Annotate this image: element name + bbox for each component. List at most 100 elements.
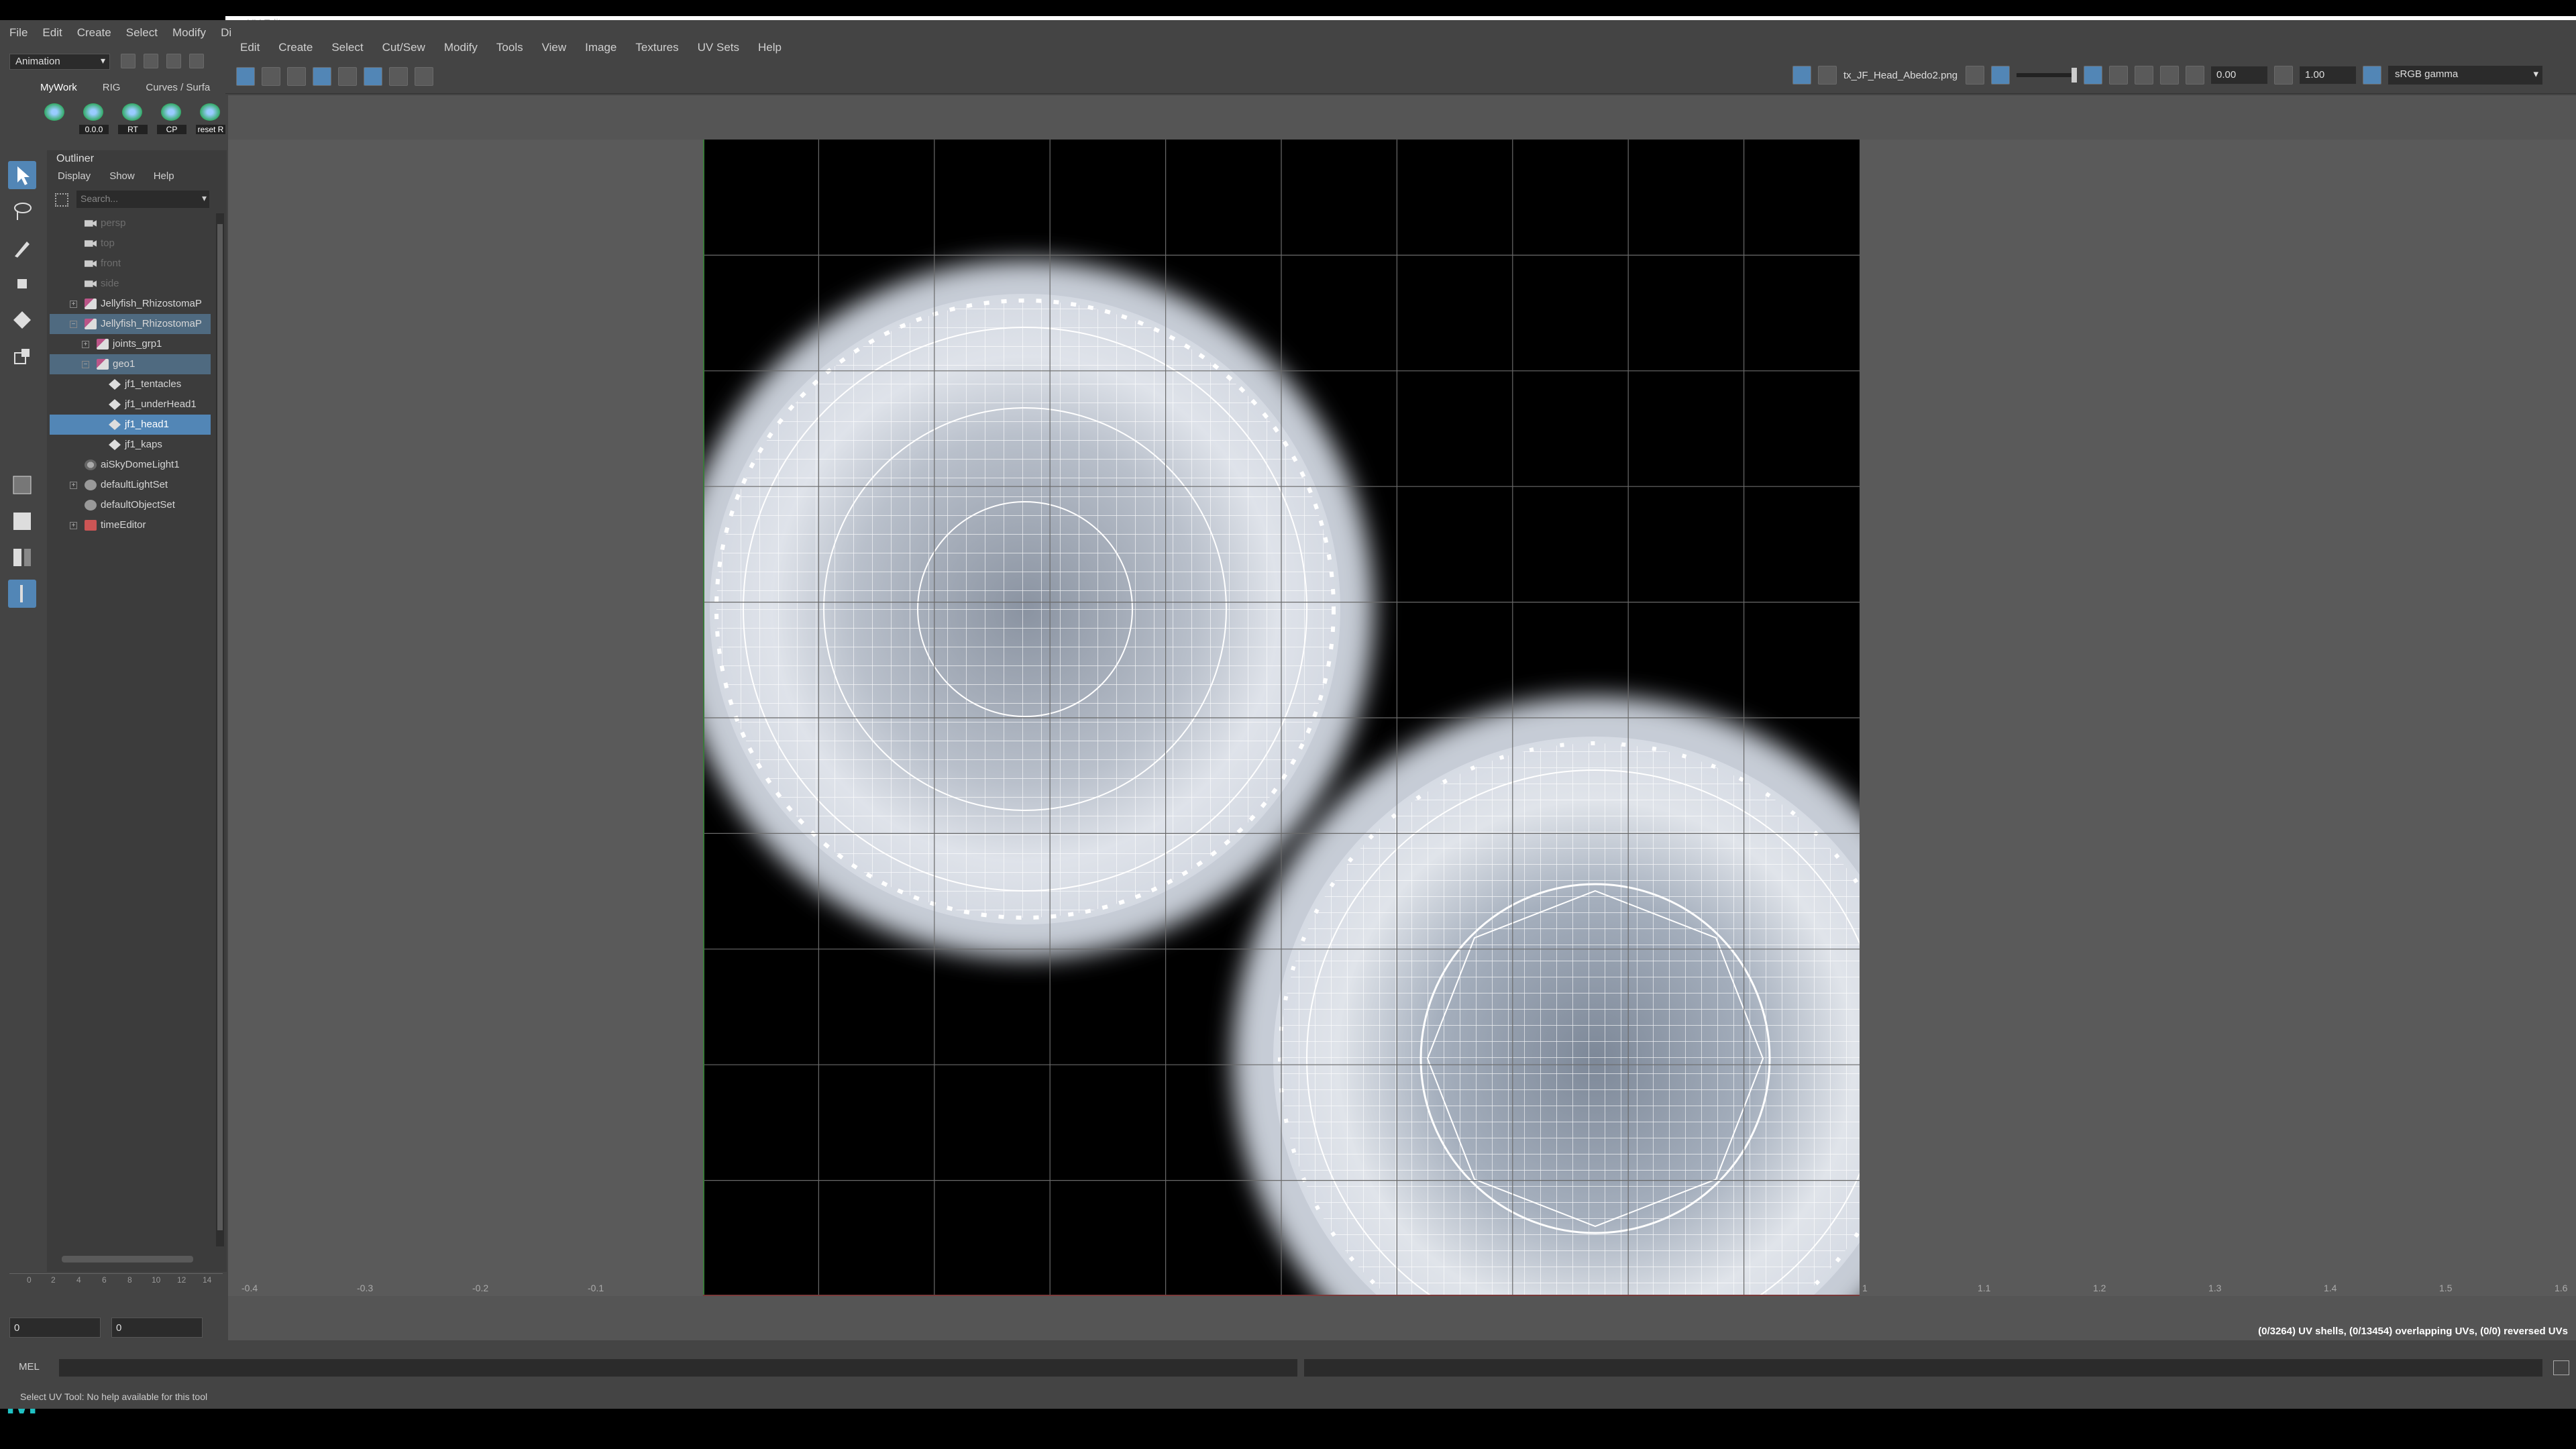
isolate-icon[interactable] xyxy=(2135,66,2153,85)
outliner-item-front[interactable]: front xyxy=(50,254,211,274)
command-language-label[interactable]: MEL xyxy=(19,1361,40,1373)
outliner-menu-help[interactable]: Help xyxy=(154,170,174,182)
outliner-horizontal-scrollbar[interactable] xyxy=(62,1256,193,1263)
new-scene-icon[interactable] xyxy=(121,54,136,68)
uv-distortion-icon[interactable] xyxy=(2109,66,2128,85)
outliner-item-jf1-kaps[interactable]: jf1_kaps xyxy=(50,435,211,455)
uv-menu-image[interactable]: Image xyxy=(585,41,616,54)
uv-menu-modify[interactable]: Modify xyxy=(444,41,478,54)
time-slider[interactable]: 0 2 4 6 8 10 12 14 xyxy=(9,1273,223,1301)
collapse-icon[interactable]: − xyxy=(82,361,89,368)
outliner-item-default-light-set[interactable]: + defaultLightSet xyxy=(50,475,211,495)
filter-icon[interactable] xyxy=(55,193,68,207)
save-scene-icon[interactable] xyxy=(166,54,181,68)
lasso-tool[interactable] xyxy=(8,197,36,225)
gamma-icon[interactable] xyxy=(2274,66,2293,85)
shelf-button-joint[interactable] xyxy=(40,101,70,134)
gamma-field[interactable]: 1.00 xyxy=(2300,66,2356,84)
exposure-icon[interactable] xyxy=(2186,66,2204,85)
uv-menu-uv-sets[interactable]: UV Sets xyxy=(698,41,739,54)
outliner-item-side[interactable]: side xyxy=(50,274,211,294)
outliner-menu-show[interactable]: Show xyxy=(109,170,135,182)
uv-0-1-space[interactable] xyxy=(703,140,1860,1296)
menu-select[interactable]: Select xyxy=(126,26,158,40)
uv-pixel-snap-icon[interactable] xyxy=(338,67,357,86)
uv-select-mode-icon[interactable] xyxy=(236,67,255,86)
outliner-item-jf1-head1[interactable]: jf1_head1 xyxy=(50,415,211,435)
menu-create[interactable]: Create xyxy=(77,26,111,40)
select-tool[interactable] xyxy=(8,161,36,189)
shelf-button-reset[interactable]: reset R xyxy=(196,101,225,134)
shelf-button-cp[interactable]: CP xyxy=(157,101,186,134)
uv-menu-select[interactable]: Select xyxy=(331,41,363,54)
menu-file[interactable]: File xyxy=(9,26,28,40)
paint-tool[interactable] xyxy=(8,233,36,262)
uv-menu-tools[interactable]: Tools xyxy=(496,41,523,54)
outliner-item-skydome[interactable]: aiSkyDomeLight1 xyxy=(50,455,211,475)
collapse-icon[interactable]: − xyxy=(70,321,77,328)
layout-split-tool[interactable] xyxy=(8,543,36,572)
shelf-tab-mywork[interactable]: MyWork xyxy=(40,82,77,93)
uv-menu-create[interactable]: Create xyxy=(278,41,313,54)
view-transform-icon[interactable] xyxy=(2160,66,2179,85)
outliner-item-top[interactable]: top xyxy=(50,233,211,254)
dim-image-icon[interactable] xyxy=(1991,66,2010,85)
outliner-search-input[interactable]: Search... ▾ xyxy=(76,191,209,208)
expand-icon[interactable]: + xyxy=(70,522,77,529)
shelf-button-zero[interactable]: 0.0.0 xyxy=(79,101,109,134)
uv-menu-help[interactable]: Help xyxy=(758,41,782,54)
script-editor-icon[interactable] xyxy=(2553,1360,2569,1375)
outliner-item-time-editor[interactable]: + timeEditor xyxy=(50,515,211,535)
scale-tool[interactable] xyxy=(8,342,36,370)
range-end-field[interactable] xyxy=(111,1318,203,1338)
filter-image-icon[interactable] xyxy=(2084,66,2102,85)
layout-four-tool[interactable] xyxy=(8,507,36,535)
outliner-layout-tool[interactable] xyxy=(8,580,36,608)
image-options-icon[interactable] xyxy=(1966,66,1984,85)
chevron-down-icon[interactable]: ▾ xyxy=(202,193,207,204)
menu-modify[interactable]: Modify xyxy=(172,26,206,40)
outliner-item-jellyfish-1[interactable]: + Jellyfish_RhizostomaP xyxy=(50,294,211,314)
shelf-tab-curves[interactable]: Curves / Surfa xyxy=(146,82,210,93)
outliner-item-jellyfish-2[interactable]: − Jellyfish_RhizostomaP xyxy=(50,314,211,334)
open-scene-icon[interactable] xyxy=(144,54,158,68)
uv-grid-icon[interactable] xyxy=(313,67,331,86)
outliner-item-persp[interactable]: persp xyxy=(50,213,211,233)
uv-menu-view[interactable]: View xyxy=(542,41,567,54)
menu-edit[interactable]: Edit xyxy=(42,26,62,40)
range-start-field[interactable] xyxy=(9,1318,101,1338)
outliner-menu-display[interactable]: Display xyxy=(58,170,91,182)
undo-icon[interactable] xyxy=(189,54,204,68)
uv-shell-mode-icon[interactable] xyxy=(262,67,280,86)
shelf-tab-rig[interactable]: RIG xyxy=(103,82,121,93)
outliner-item-default-object-set[interactable]: defaultObjectSet xyxy=(50,495,211,515)
color-management-icon[interactable] xyxy=(2363,66,2381,85)
mode-set-dropdown[interactable]: Animation xyxy=(9,54,110,70)
expand-icon[interactable]: + xyxy=(70,482,77,489)
uv-shaded-icon[interactable] xyxy=(389,67,408,86)
image-dim-slider[interactable] xyxy=(2017,68,2077,83)
move-tool[interactable] xyxy=(8,270,36,298)
outliner-item-jf1-tentacles[interactable]: jf1_tentacles xyxy=(50,374,211,394)
uv-menu-edit[interactable]: Edit xyxy=(240,41,260,54)
outliner-vertical-scrollbar[interactable] xyxy=(216,213,224,1246)
uv-wireframe-icon[interactable] xyxy=(364,67,382,86)
command-input[interactable] xyxy=(59,1359,1297,1377)
uv-menu-cut-sew[interactable]: Cut/Sew xyxy=(382,41,425,54)
checker-icon[interactable] xyxy=(1818,66,1837,85)
scrollbar-thumb[interactable] xyxy=(217,224,223,1230)
uv-snapshot-icon[interactable] xyxy=(415,67,433,86)
uv-viewport[interactable]: -0.4 -0.3 -0.2 -0.1 1 1.1 1.2 1.3 1.4 1.… xyxy=(228,95,2576,1340)
color-management-dropdown[interactable]: sRGB gamma xyxy=(2388,66,2542,85)
exposure-field[interactable]: 0.00 xyxy=(2211,66,2267,84)
display-image-icon[interactable] xyxy=(1792,66,1811,85)
menu-display[interactable]: Di xyxy=(221,26,231,40)
uv-menu-textures[interactable]: Textures xyxy=(635,41,678,54)
shelf-button-rt[interactable]: RT xyxy=(118,101,148,134)
expand-icon[interactable]: + xyxy=(70,301,77,308)
outliner-item-geo1[interactable]: − geo1 xyxy=(50,354,211,374)
uv-edge-mode-icon[interactable] xyxy=(287,67,306,86)
outliner-item-joints-grp1[interactable]: + joints_grp1 xyxy=(50,334,211,354)
image-name-dropdown[interactable]: tx_JF_Head_Abedo2.png xyxy=(1843,70,1959,81)
rotate-tool[interactable] xyxy=(8,306,36,334)
